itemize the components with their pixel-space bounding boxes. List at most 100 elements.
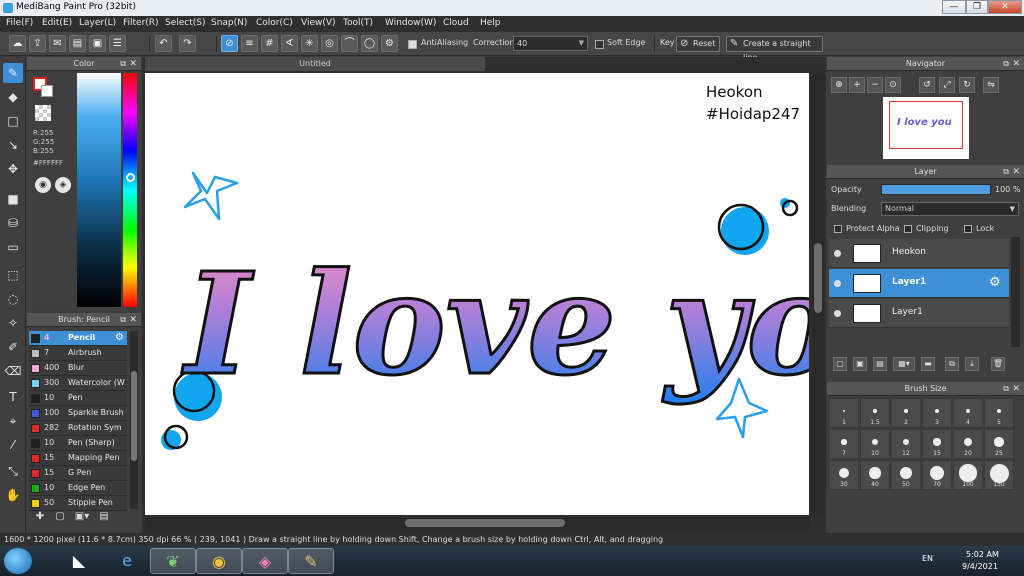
divide-tool-icon[interactable]: ⤡ bbox=[3, 461, 23, 481]
new-brush-icon[interactable]: ▢ bbox=[53, 511, 67, 525]
straight-line-button[interactable]: ✎Create a straight line bbox=[726, 36, 823, 62]
close-icon[interactable]: ✕ bbox=[129, 57, 137, 71]
soft-edge-checkbox[interactable] bbox=[595, 40, 604, 49]
hand-tool-icon[interactable]: ✋ bbox=[3, 485, 23, 505]
reset-button[interactable]: ⊘ Reset bbox=[676, 36, 720, 52]
horizontal-scrollbar[interactable] bbox=[145, 517, 809, 529]
brush-item[interactable]: 10 Pen (Sharp) bbox=[29, 436, 127, 451]
menu-snap[interactable]: Snap(N) bbox=[211, 18, 247, 28]
popout-icon[interactable]: ⧉ bbox=[120, 313, 126, 327]
add-brush-icon[interactable]: ✚ bbox=[33, 511, 47, 525]
brush-size-cell[interactable]: 7 bbox=[829, 429, 859, 459]
zoom-out-icon[interactable]: − bbox=[867, 77, 883, 93]
brush-item[interactable]: 100 Sparkle Brush bbox=[29, 406, 127, 421]
zoom-in-icon[interactable]: + bbox=[849, 77, 865, 93]
close-icon[interactable]: ✕ bbox=[1012, 165, 1020, 179]
cloud-icon[interactable]: ☁ bbox=[9, 35, 26, 52]
hue-slider-knob[interactable] bbox=[126, 173, 135, 182]
dot-tool-icon[interactable]: □ bbox=[3, 111, 23, 131]
close-icon[interactable]: ✕ bbox=[129, 313, 137, 327]
ellipse-snap-icon[interactable]: ◯ bbox=[361, 35, 378, 52]
navigator-thumbnail[interactable]: I love you bbox=[883, 97, 969, 159]
list-icon[interactable]: ☰ bbox=[109, 35, 126, 52]
brush-size-cell[interactable]: 100 bbox=[953, 460, 983, 490]
close-icon[interactable]: ✕ bbox=[1012, 57, 1020, 71]
visibility-icon[interactable] bbox=[834, 310, 841, 317]
brush-size-cell[interactable]: 1.5 bbox=[860, 398, 890, 428]
brush-size-cell[interactable]: 10 bbox=[860, 429, 890, 459]
start-button[interactable] bbox=[4, 548, 32, 574]
select-eraser-icon[interactable]: ⌫ bbox=[3, 361, 23, 381]
brush-size-cell[interactable]: 5 bbox=[984, 398, 1014, 428]
menu-edit[interactable]: Edit(E) bbox=[42, 18, 72, 28]
snap-settings-icon[interactable]: ⚙ bbox=[381, 35, 398, 52]
vertical-scrollbar[interactable] bbox=[812, 73, 824, 515]
layer-list-scrollbar[interactable] bbox=[1011, 237, 1020, 347]
close-icon[interactable]: ✕ bbox=[1012, 382, 1020, 396]
file-manager-icon[interactable]: ❦ bbox=[150, 548, 196, 574]
gradient-tool-icon[interactable]: ▭ bbox=[3, 237, 23, 257]
radial-snap-icon[interactable]: ✳ bbox=[301, 35, 318, 52]
menu-layer[interactable]: Layer(L) bbox=[79, 18, 116, 28]
brush-list-scrollbar[interactable] bbox=[130, 331, 138, 509]
curve-snap-icon[interactable]: ⌒ bbox=[341, 35, 358, 52]
brush-size-cell[interactable]: 150 bbox=[984, 460, 1014, 490]
paint-icon[interactable]: ✎ bbox=[288, 548, 334, 574]
color-settings-icon[interactable]: ◈ bbox=[55, 177, 71, 193]
brush-item[interactable]: 10 Pen bbox=[29, 391, 127, 406]
delete-layer-icon[interactable]: 🗑 bbox=[991, 357, 1005, 371]
clock-time[interactable]: 5:02 AM bbox=[966, 550, 999, 559]
brush-size-cell[interactable]: 15 bbox=[922, 429, 952, 459]
new-halftone-layer-icon[interactable]: ▣ bbox=[853, 357, 867, 371]
visibility-icon[interactable] bbox=[834, 250, 841, 257]
text-tool-icon[interactable]: T bbox=[3, 387, 23, 407]
eyedropper-tool-icon[interactable]: ⁄ bbox=[3, 435, 23, 455]
brush-item[interactable]: 400 Blur bbox=[29, 361, 127, 376]
circle-snap-icon[interactable]: ◎ bbox=[321, 35, 338, 52]
document-tab[interactable]: Untitled bbox=[145, 57, 485, 71]
menu-select[interactable]: Select(S) bbox=[165, 18, 206, 28]
brush-size-cell[interactable]: 25 bbox=[984, 429, 1014, 459]
layer-settings-gear-icon[interactable]: ⚙ bbox=[989, 275, 1001, 290]
operation-tool-icon[interactable]: ⌖ bbox=[3, 411, 23, 431]
eraser-tool-icon[interactable]: ◆ bbox=[3, 87, 23, 107]
folder-icon[interactable]: ▬ bbox=[921, 357, 935, 371]
magic-wand-icon[interactable]: ✧ bbox=[3, 313, 23, 333]
brush-size-cell[interactable]: 30 bbox=[829, 460, 859, 490]
fit-screen-icon[interactable]: ⤢ bbox=[939, 77, 955, 93]
menu-file[interactable]: File(F) bbox=[6, 18, 33, 28]
flip-icon[interactable]: ⇋ bbox=[983, 77, 999, 93]
popout-icon[interactable]: ⧉ bbox=[1003, 382, 1009, 396]
zoom-actual-icon[interactable]: ⊙ bbox=[885, 77, 901, 93]
comment-icon[interactable]: ✉ bbox=[49, 35, 66, 52]
internet-explorer-icon[interactable]: e bbox=[104, 548, 150, 574]
popout-icon[interactable]: ⧉ bbox=[120, 57, 126, 71]
layer-row[interactable]: Layer1 bbox=[829, 299, 1009, 328]
popout-icon[interactable]: ⧉ bbox=[1003, 165, 1009, 179]
brush-menu-icon[interactable]: ▣▾ bbox=[71, 511, 93, 525]
opacity-slider[interactable] bbox=[881, 184, 991, 195]
hue-slider[interactable] bbox=[123, 73, 137, 307]
brush-tool-icon[interactable]: ✎ bbox=[3, 63, 23, 83]
brush-size-cell[interactable]: 40 bbox=[860, 460, 890, 490]
parallel-snap-icon[interactable]: ≡ bbox=[241, 35, 258, 52]
minimize-button[interactable]: — bbox=[942, 0, 966, 14]
blending-select[interactable]: Normal ▼ bbox=[881, 202, 1019, 216]
fill-rect-tool-icon[interactable]: ■ bbox=[3, 189, 23, 209]
brush-item[interactable]: 15 G Pen bbox=[29, 466, 127, 481]
brush-settings-gear-icon[interactable]: ⚙ bbox=[115, 332, 124, 343]
lasso-tool-icon[interactable]: ◌ bbox=[3, 289, 23, 309]
new-8bit-layer-icon[interactable]: ▤ bbox=[873, 357, 887, 371]
snap-off-icon[interactable]: ⊘ bbox=[221, 35, 238, 52]
drawing-canvas[interactable]: I love you Heokon #Hoidap247 bbox=[145, 73, 809, 515]
correction-select[interactable]: 40 ▼ bbox=[513, 36, 588, 51]
rotate-left-icon[interactable]: ↺ bbox=[919, 77, 935, 93]
menu-tool[interactable]: Tool(T) bbox=[343, 18, 373, 28]
grid-snap-icon[interactable]: # bbox=[261, 35, 278, 52]
clock-date[interactable]: 9/4/2021 bbox=[962, 562, 998, 571]
menu-color[interactable]: Color(C) bbox=[256, 18, 293, 28]
close-button[interactable]: ✕ bbox=[988, 0, 1022, 14]
layer-row[interactable]: Layer1 ⚙ bbox=[829, 269, 1009, 298]
brush-size-cell[interactable]: 12 bbox=[891, 429, 921, 459]
visibility-icon[interactable] bbox=[834, 280, 841, 287]
